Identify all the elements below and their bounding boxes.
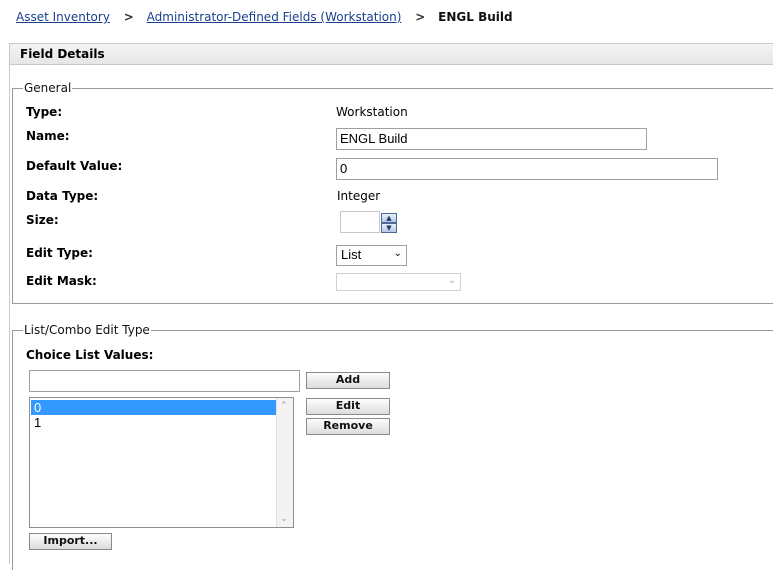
- panel-border: [9, 65, 10, 564]
- add-button[interactable]: Add: [306, 372, 390, 389]
- list-item[interactable]: 0: [31, 400, 277, 415]
- list-combo-legend: List/Combo Edit Type: [23, 323, 151, 337]
- data-type-value: Integer: [337, 189, 381, 203]
- general-legend: General: [23, 81, 73, 95]
- edit-mask-select: ⌄: [336, 273, 461, 291]
- chevron-down-icon: ⌄: [393, 248, 402, 259]
- list-item[interactable]: 1: [31, 415, 277, 430]
- spinner-down-icon[interactable]: ▼: [381, 223, 397, 233]
- breadcrumb-link-admin-defined-fields[interactable]: Administrator-Defined Fields (Workstatio…: [147, 10, 402, 24]
- edit-type-select[interactable]: List ⌄: [336, 245, 407, 266]
- default-value-field[interactable]: 0: [336, 158, 718, 180]
- remove-button[interactable]: Remove: [306, 418, 390, 435]
- size-label: Size:: [26, 213, 59, 227]
- chevron-down-icon: ⌄: [447, 275, 456, 286]
- field-details-header: Field Details: [9, 43, 773, 65]
- name-field[interactable]: ENGL Build: [336, 128, 647, 150]
- choice-value-input[interactable]: [29, 370, 300, 392]
- field-details-title: Field Details: [20, 47, 105, 61]
- general-group: General: [12, 81, 773, 304]
- spinner-up-icon[interactable]: ▲: [381, 213, 397, 223]
- edit-button[interactable]: Edit: [306, 398, 390, 415]
- name-label: Name:: [26, 129, 70, 143]
- breadcrumb-current: ENGL Build: [438, 10, 513, 24]
- default-value-label: Default Value:: [26, 159, 123, 173]
- breadcrumb-separator: >: [415, 10, 426, 24]
- edit-type-selected-value: List: [341, 247, 362, 262]
- scroll-down-icon[interactable]: ⌄: [280, 513, 288, 524]
- breadcrumb-link-asset-inventory[interactable]: Asset Inventory: [16, 10, 110, 24]
- listbox-scrollbar[interactable]: ⌃ ⌄: [276, 398, 293, 527]
- choice-listbox[interactable]: 0 1 ⌃ ⌄: [29, 397, 294, 528]
- type-value: Workstation: [336, 105, 408, 119]
- data-type-label: Data Type:: [26, 189, 99, 203]
- import-button[interactable]: Import...: [29, 533, 112, 550]
- choice-list-label: Choice List Values:: [26, 348, 154, 362]
- edit-type-label: Edit Type:: [26, 246, 93, 260]
- edit-mask-label: Edit Mask:: [26, 274, 97, 288]
- type-label: Type:: [26, 105, 63, 119]
- size-input[interactable]: [340, 211, 380, 233]
- scroll-up-icon[interactable]: ⌃: [280, 400, 288, 411]
- breadcrumb-separator: >: [123, 10, 134, 24]
- breadcrumb: Asset Inventory > Administrator-Defined …: [16, 10, 513, 28]
